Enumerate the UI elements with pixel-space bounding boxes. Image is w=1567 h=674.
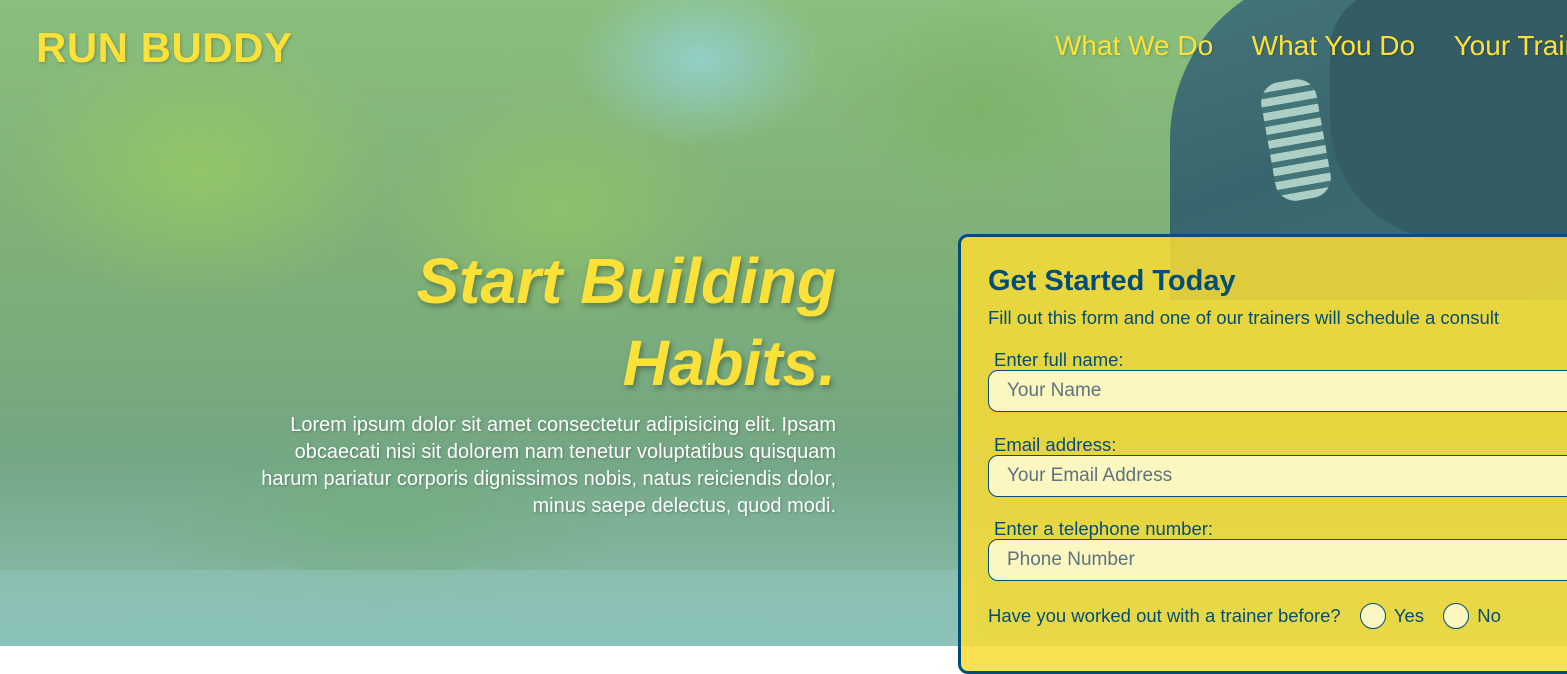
name-input[interactable] bbox=[988, 370, 1567, 412]
name-field-label: Enter full name: bbox=[994, 349, 1124, 370]
phone-field-label: Enter a telephone number: bbox=[994, 518, 1214, 539]
radio-yes-label: Yes bbox=[1393, 605, 1425, 626]
nav-link-what-you-do[interactable]: What You Do bbox=[1252, 30, 1415, 62]
phone-input[interactable] bbox=[988, 539, 1567, 581]
trainer-question-label: Have you worked out with a trainer befor… bbox=[988, 605, 1341, 626]
radio-no-label: No bbox=[1477, 605, 1501, 626]
radio-yes[interactable] bbox=[1359, 603, 1386, 629]
email-input[interactable] bbox=[988, 455, 1567, 497]
trainer-question-row: Have you worked out with a trainer befor… bbox=[988, 603, 1501, 629]
hero-headline: Start Building Habits. bbox=[416, 245, 836, 399]
radio-option-no[interactable]: No bbox=[1443, 603, 1501, 629]
main-nav: What We Do What You Do Your Trainers bbox=[1055, 30, 1567, 62]
signup-subtitle: Fill out this form and one of our traine… bbox=[988, 307, 1500, 328]
radio-option-yes[interactable]: Yes bbox=[1359, 603, 1425, 629]
nav-link-your-trainers[interactable]: Your Trainers bbox=[1454, 30, 1567, 62]
email-field-label: Email address: bbox=[994, 434, 1117, 455]
nav-link-what-we-do[interactable]: What We Do bbox=[1055, 30, 1213, 62]
site-logo[interactable]: RUN BUDDY bbox=[36, 24, 293, 72]
signup-title: Get Started Today bbox=[988, 265, 1236, 297]
signup-form: Get Started Today Fill out this form and… bbox=[958, 234, 1567, 674]
hero-copy: Start Building Habits. Lorem ipsum dolor… bbox=[240, 240, 836, 520]
hero-description: Lorem ipsum dolor sit amet consectetur a… bbox=[261, 414, 836, 517]
radio-no[interactable] bbox=[1443, 603, 1470, 629]
